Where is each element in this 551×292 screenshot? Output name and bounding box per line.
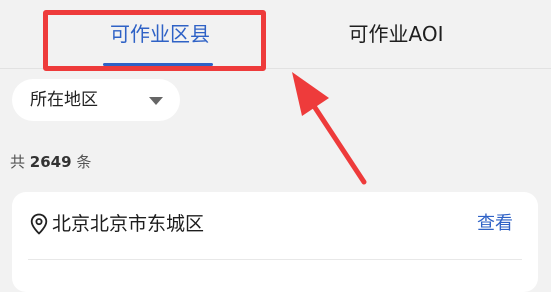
region-filter-dropdown[interactable]: 所在地区 (12, 79, 180, 121)
map-pin-icon (30, 213, 48, 235)
total-count: 2649 (29, 153, 72, 171)
list-item-title: 北京北京市东城区 (52, 213, 205, 235)
annotation-highlight-box (43, 10, 266, 71)
total-prefix: 共 (10, 153, 26, 171)
list-item[interactable]: 北京北京市东城区 查看 (12, 192, 538, 292)
caret-down-icon (149, 97, 163, 105)
view-link[interactable]: 查看 (477, 211, 513, 237)
card-divider (28, 259, 522, 260)
region-filter-label: 所在地区 (30, 90, 98, 110)
tab-aoi[interactable]: 可作业AOI (336, 18, 456, 50)
total-suffix: 条 (76, 153, 92, 171)
total-count-text: 共 2649 条 (10, 151, 91, 173)
